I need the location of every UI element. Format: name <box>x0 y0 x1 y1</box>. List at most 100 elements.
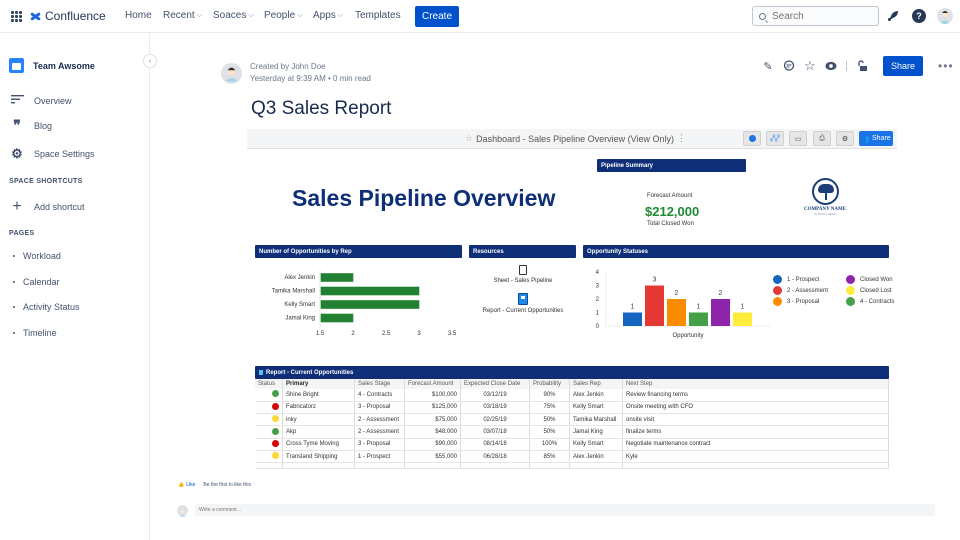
favorite-star-icon[interactable]: ☆ <box>465 133 473 144</box>
collapse-sidebar-button[interactable]: ‹ <box>143 54 157 68</box>
add-shortcut-link[interactable]: + Add shortcut <box>9 198 84 216</box>
comment-input[interactable] <box>195 504 935 516</box>
empty-cell <box>282 462 355 470</box>
overview-icon <box>9 95 25 107</box>
nav-label: Templates <box>355 10 401 21</box>
sidebar-item-overview[interactable]: Overview <box>9 95 72 107</box>
dashboard-share-button[interactable]: 👥 Share <box>859 131 893 146</box>
create-button[interactable]: Create <box>415 6 459 27</box>
cell-next: Kyle <box>622 450 889 464</box>
search-input[interactable] <box>772 10 872 22</box>
sidebar: Team Awsome Overview ❞ Blog ⚙ Space Sett… <box>0 33 150 540</box>
bar <box>623 312 642 326</box>
user-avatar[interactable] <box>937 8 953 24</box>
share-button[interactable]: Share <box>883 56 923 76</box>
column-header[interactable]: Next Step <box>622 379 889 389</box>
nav-templates[interactable]: Templates <box>355 10 401 21</box>
settings-button[interactable]: ⚙ <box>836 131 854 146</box>
data-label: 1 <box>741 304 745 311</box>
column-header[interactable]: Expected Close Date <box>460 379 530 389</box>
cell-prob: 50% <box>529 425 570 439</box>
resource-label: Sheet - Sales Pipeline <box>493 278 553 284</box>
space-header[interactable]: Team Awsome <box>9 58 95 73</box>
created-by[interactable]: Created by John Doe <box>250 61 371 73</box>
confluence-logo[interactable]: Confluence <box>30 9 106 23</box>
nav-spaces[interactable]: Soaces ⌵ <box>213 10 254 21</box>
data-label: 1 <box>697 304 701 311</box>
column-header[interactable]: Primary <box>282 379 355 389</box>
kebab-menu-icon[interactable]: ⋮ <box>677 133 686 144</box>
nav-apps[interactable]: Apps ⌵ <box>313 10 343 21</box>
table-row[interactable]: Cross Tyme Moving 3 - Proposal $90,000 08/1… <box>255 438 889 451</box>
space-name: Team Awsome <box>33 60 95 71</box>
watch-icon[interactable] <box>825 60 837 72</box>
cell-prob: 50% <box>529 413 570 427</box>
table-row[interactable]: inky 2 - Assessment $75,000 02/25/19 50% Tami… <box>255 413 889 427</box>
bar <box>320 286 420 296</box>
empty-cell <box>354 462 405 470</box>
present-button[interactable]: ▭ <box>789 131 807 146</box>
nav-recent[interactable]: Recent ⌵ <box>163 10 202 21</box>
nav-home[interactable]: Home <box>125 10 152 21</box>
legend-swatch <box>773 286 782 295</box>
bar <box>711 299 730 326</box>
table-row[interactable] <box>255 462 889 470</box>
x-tick-label: 3.5 <box>448 331 457 337</box>
star-icon[interactable]: ☆ <box>804 58 816 73</box>
cell-rep: Kelly Smart <box>569 438 623 451</box>
table-row[interactable]: Akp 2 - Assessment $48,000 03/07/18 50% Jamal… <box>255 425 889 439</box>
legend-label: 1 - Prospect <box>787 276 820 283</box>
resource-report[interactable]: Report - Current Opportunities <box>470 293 576 314</box>
print-icon: ⎙ <box>819 134 825 142</box>
forecast-label: Forecast Amount <box>647 193 693 199</box>
help-icon[interactable]: ? <box>912 9 926 23</box>
report-icon <box>518 293 528 305</box>
page-link-activity-status[interactable]: Activity Status <box>13 302 80 312</box>
cell-prob: 75% <box>529 401 570 415</box>
table-row[interactable]: Fabricatorz 3 - Proposal $125,000 03/18/19 7… <box>255 401 889 415</box>
x-axis-label: Opportunity <box>672 333 703 339</box>
edit-icon[interactable]: ✎ <box>762 60 774 73</box>
nav-people[interactable]: People ⌵ <box>264 10 302 21</box>
table-row[interactable]: Transland Shipping 1 - Prospect $55,000 06/… <box>255 450 889 464</box>
sidebar-item-space-settings[interactable]: ⚙ Space Settings <box>9 146 94 162</box>
report-header: Report - Current Opportunities <box>255 366 889 379</box>
globe-button[interactable] <box>743 131 761 146</box>
globe-icon <box>748 135 756 142</box>
column-header[interactable]: Sales Rep <box>569 379 623 389</box>
page-title: Q3 Sales Report <box>251 98 392 119</box>
y-tick-label: 4 <box>596 270 600 276</box>
unlock-icon[interactable] <box>856 60 868 72</box>
more-options-icon[interactable]: ••• <box>938 59 954 73</box>
legend-label: Closed Won <box>860 276 893 283</box>
empty-cell <box>622 462 889 470</box>
page-link-workload[interactable]: Workload <box>13 251 61 261</box>
wallboard-button[interactable]: ▞▞ <box>766 131 784 146</box>
resource-sheet[interactable]: Sheet - Sales Pipeline <box>470 265 576 284</box>
legend-item: 4 - Contracts <box>846 297 906 306</box>
column-header[interactable]: Forecast Amount <box>404 379 461 389</box>
cell-rep: Alex Jenkin <box>569 389 623 402</box>
table-row[interactable]: Shine Bright 4 - Contracts $100,000 03/12/1… <box>255 389 889 402</box>
dashboard-title: ☆ Dashboard - Sales Pipeline Overview (V… <box>465 133 686 144</box>
app-switcher-icon[interactable] <box>11 11 22 22</box>
column-header[interactable]: Probability <box>529 379 570 389</box>
status-dot-icon <box>272 415 279 423</box>
print-button[interactable]: ⎙ <box>813 131 831 146</box>
author-avatar[interactable] <box>221 62 242 84</box>
like-button[interactable]: 👍 Like <box>178 482 195 488</box>
resource-label: Report - Current Opportunities <box>482 308 564 314</box>
cell-primary: Shine Bright <box>282 389 355 402</box>
forecast-value: $212,000 <box>645 204 700 219</box>
page-link-calendar[interactable]: Calendar <box>13 277 60 287</box>
empty-cell <box>404 462 461 470</box>
sidebar-item-blog[interactable]: ❞ Blog <box>9 119 52 133</box>
page-link-timeline[interactable]: Timeline <box>13 328 57 338</box>
notifications-icon[interactable] <box>886 9 900 23</box>
cell-next: onsite visit <box>622 413 889 427</box>
comment-icon[interactable] <box>783 60 795 72</box>
presentation-icon: ▭ <box>794 135 802 143</box>
column-header[interactable]: Status <box>255 379 283 389</box>
search-box[interactable] <box>752 6 879 26</box>
column-header[interactable]: Sales Stage <box>354 379 405 389</box>
